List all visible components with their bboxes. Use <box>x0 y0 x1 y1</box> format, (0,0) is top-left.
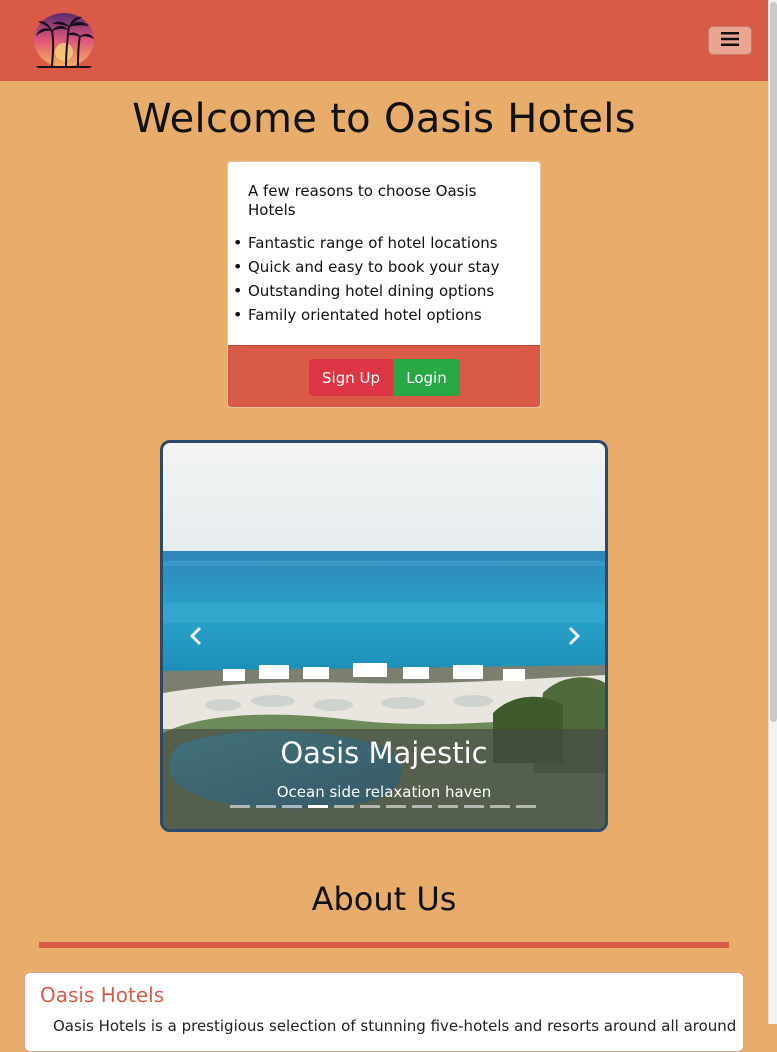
page-scrollbar[interactable] <box>768 0 777 1024</box>
carousel-indicator[interactable] <box>412 805 432 808</box>
carousel-indicator[interactable] <box>256 805 276 808</box>
about-card: Oasis Hotels Oasis Hotels is a prestigio… <box>24 972 744 1052</box>
carousel-indicator[interactable] <box>516 805 536 808</box>
list-item: Family orientated hotel options <box>233 303 499 327</box>
slide-subtitle: Ocean side relaxation haven <box>276 783 492 801</box>
carousel-indicator[interactable] <box>282 805 302 808</box>
carousel-indicator[interactable] <box>438 805 458 808</box>
carousel-indicator[interactable] <box>464 805 484 808</box>
login-button[interactable]: Login <box>393 359 460 396</box>
list-item: Outstanding hotel dining options <box>233 279 499 303</box>
carousel-indicator[interactable] <box>334 805 354 808</box>
about-heading: About Us <box>311 880 457 918</box>
about-card-text: Oasis Hotels is a prestigious selection … <box>53 1017 737 1035</box>
carousel-indicator[interactable] <box>490 805 510 808</box>
menu-toggle-button[interactable] <box>708 26 752 55</box>
palm-tree-logo-icon[interactable] <box>32 12 96 68</box>
section-divider <box>39 942 729 948</box>
sign-up-button[interactable]: Sign Up <box>309 359 393 396</box>
list-item: Quick and easy to book your stay <box>233 255 500 279</box>
hamburger-menu-icon <box>721 31 739 50</box>
reasons-card: A few reasons to choose Oasis Hotels Fan… <box>227 161 541 408</box>
card-footer: Sign Up Login <box>228 345 540 407</box>
slide-title: Oasis Majestic <box>280 736 488 770</box>
list-item: Fantastic range of hotel locations <box>233 231 499 255</box>
carousel-indicator[interactable] <box>230 805 250 808</box>
carousel-indicators <box>230 805 540 809</box>
carousel-next-button[interactable] <box>559 623 589 653</box>
reasons-list: Fantastic range of hotel locations Quick… <box>233 231 500 327</box>
page-title: Welcome to Oasis Hotels <box>132 96 636 142</box>
about-card-title: Oasis Hotels <box>40 983 165 1007</box>
carousel-indicator[interactable] <box>308 805 328 808</box>
reasons-heading: A few reasons to choose Oasis Hotels <box>248 182 477 219</box>
chevron-right-icon <box>567 626 581 650</box>
carousel-indicator[interactable] <box>360 805 380 808</box>
hotel-carousel[interactable]: Oasis Majestic Ocean side relaxation hav… <box>160 440 608 832</box>
carousel-indicator[interactable] <box>386 805 406 808</box>
carousel-prev-button[interactable] <box>181 623 211 653</box>
scrollbar-thumb[interactable] <box>770 2 777 722</box>
navbar <box>0 0 768 81</box>
chevron-left-icon <box>189 626 203 650</box>
